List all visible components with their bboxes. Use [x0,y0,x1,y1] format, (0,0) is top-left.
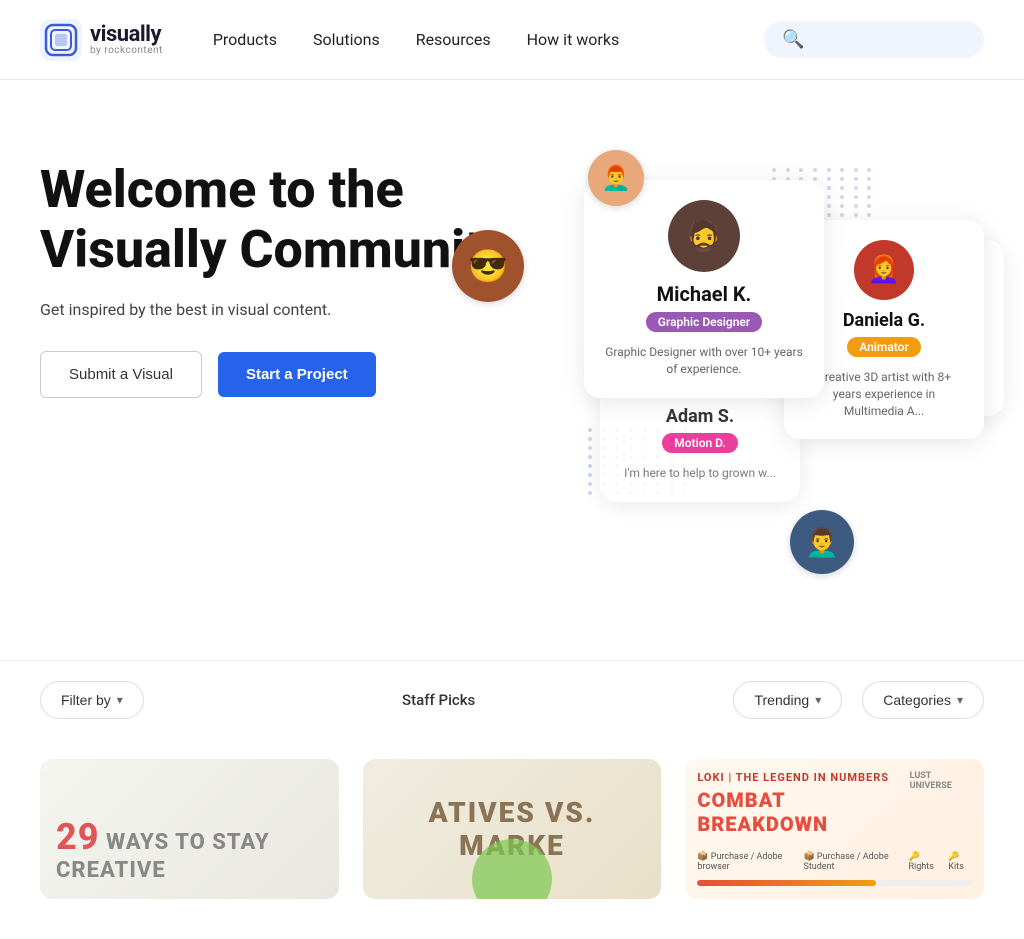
trending-label: Trending [754,692,809,708]
daniela-desc: Creative 3D artist with 8+ years experie… [804,369,964,419]
nav-resources[interactable]: Resources [416,30,491,49]
content-card-2[interactable]: ATIVES VS. MARKE [363,759,662,899]
card-3-bar-fill [697,880,876,886]
categories-label: Categories [883,692,951,708]
card-1-number: 29 [56,816,100,858]
filter-bar: Filter by ▾ Staff Picks Trending ▾ Categ… [0,660,1024,739]
card-3-legend-3: 🔑 Rights [909,852,941,872]
content-grid: 29 WAYS TO STAY CREATIVE ATIVES VS. MARK… [0,739,1024,939]
navbar: visually by rockcontent Products Solutio… [0,0,1024,80]
trending-button[interactable]: Trending ▾ [733,681,842,719]
card-3-legend-2: 📦 Purchase / Adobe Student [803,852,900,872]
float-avatar-1: 👨‍🦰 [588,150,644,206]
float-avatar-3: 👨‍🦱 [790,510,854,574]
content-card-3[interactable]: LOKI | THE LEGEND IN NUMBERS COMBAT BREA… [685,759,984,899]
float-avatar-2: 😎 [452,230,524,302]
logo-icon [40,19,82,61]
content-card-1[interactable]: 29 WAYS TO STAY CREATIVE [40,759,339,899]
logo-sub: by rockcontent [90,46,163,56]
nav-links: Products Solutions Resources How it work… [213,30,764,49]
adam-desc: I'm here to help to grown w... [624,465,776,482]
adam-badge: Motion D. [662,433,737,453]
search-icon: 🔍 [782,29,804,50]
card-3-legend-1: 📦 Purchase / Adobe browser [697,852,795,872]
hero-subtitle: Get inspired by the best in visual conte… [40,300,560,319]
trending-chevron-icon: ▾ [815,693,821,707]
logo-name: visually [90,24,163,46]
card-3-legend-4: 🔑 Kits [948,852,972,872]
card-1-text: 29 WAYS TO STAY CREATIVE [56,816,323,883]
adam-name: Adam S. [666,406,734,427]
filter-chevron-icon: ▾ [117,693,123,707]
search-input[interactable] [812,32,966,48]
daniela-badge: Animator [847,337,921,357]
nav-how-it-works[interactable]: How it works [527,30,620,49]
michael-desc: Graphic Designer with over 10+ years of … [604,344,804,378]
staff-picks-label: Staff Picks [164,691,714,709]
nav-products[interactable]: Products [213,30,277,49]
filter-by-button[interactable]: Filter by ▾ [40,681,144,719]
card-3-subtitle: LOKI | THE LEGEND IN NUMBERS [697,771,909,784]
nav-solutions[interactable]: Solutions [313,30,380,49]
michael-badge: Graphic Designer [646,312,762,332]
search-bar[interactable]: 🔍 [764,21,984,58]
hero-title: Welcome to the Visually Community [40,160,520,280]
card-3-title: COMBAT BREAKDOWN [697,788,909,836]
hero-section: Welcome to the Visually Community Get in… [0,80,1024,660]
michael-name: Michael K. [657,282,752,306]
categories-chevron-icon: ▾ [957,693,963,707]
daniela-name: Daniela G. [843,310,925,331]
logo-link[interactable]: visually by rockcontent [40,19,163,61]
submit-visual-button[interactable]: Submit a Visual [40,351,202,398]
hero-right: document.write(Array(64).fill('<div clas… [580,140,984,620]
filter-by-label: Filter by [61,692,111,708]
card-3-bar [697,880,972,886]
card-3-brand: LUST UNIVERSE [910,771,972,791]
categories-button[interactable]: Categories ▾ [862,681,984,719]
designer-card-michael: 🧔 Michael K. Graphic Designer Graphic De… [584,180,824,398]
start-project-button[interactable]: Start a Project [218,352,376,397]
hero-buttons: Submit a Visual Start a Project [40,351,560,398]
